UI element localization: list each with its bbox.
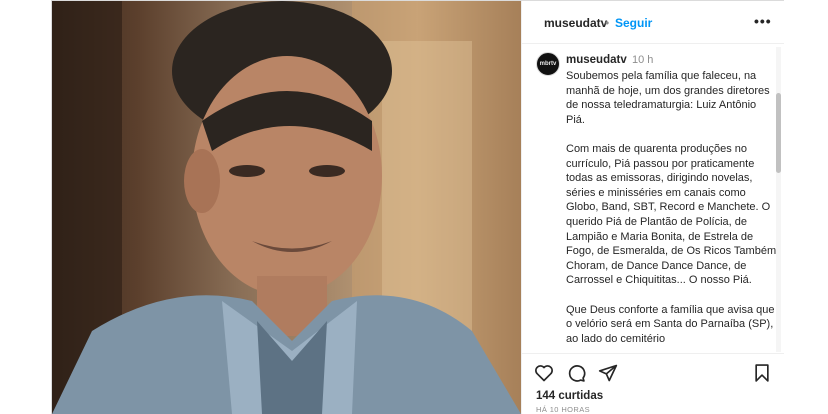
comment-icon[interactable]: [566, 363, 586, 383]
header-username[interactable]: museudatv: [544, 16, 607, 30]
post-sidebar: museudatv • Seguir ••• mbrtv museudatv 1…: [521, 1, 784, 414]
avatar[interactable]: mbrtv: [536, 52, 560, 76]
bookmark-icon[interactable]: [752, 363, 772, 383]
heart-icon[interactable]: [534, 363, 554, 383]
post-photo[interactable]: [52, 1, 521, 414]
caption-paragraph: Soubemos pela família que faleceu, na ma…: [566, 70, 770, 126]
caption-time: 10 h: [632, 54, 654, 66]
post-header: museudatv • Seguir •••: [522, 1, 784, 44]
scrollbar-thumb[interactable]: [776, 93, 781, 173]
more-options-icon[interactable]: •••: [754, 13, 772, 29]
caption-username[interactable]: museudatv: [566, 54, 627, 66]
share-icon[interactable]: [598, 363, 618, 383]
header-separator: •: [605, 16, 610, 30]
likes-count[interactable]: 144 curtidas: [536, 390, 603, 402]
caption-paragraph: Que Deus conforte a família que avisa qu…: [566, 303, 775, 345]
portrait-image: [52, 1, 521, 414]
caption-paragraph: Com mais de quarenta produções no curríc…: [566, 142, 777, 287]
follow-button[interactable]: Seguir: [615, 16, 652, 30]
caption-text: Soubemos pela família que faleceu, na ma…: [566, 69, 778, 352]
caption-area: mbrtv museudatv 10 h Soubemos pela famíl…: [522, 44, 784, 352]
post-timestamp: HÁ 10 HORAS: [536, 405, 590, 414]
action-bar: 144 curtidas HÁ 10 HORAS: [522, 353, 784, 414]
